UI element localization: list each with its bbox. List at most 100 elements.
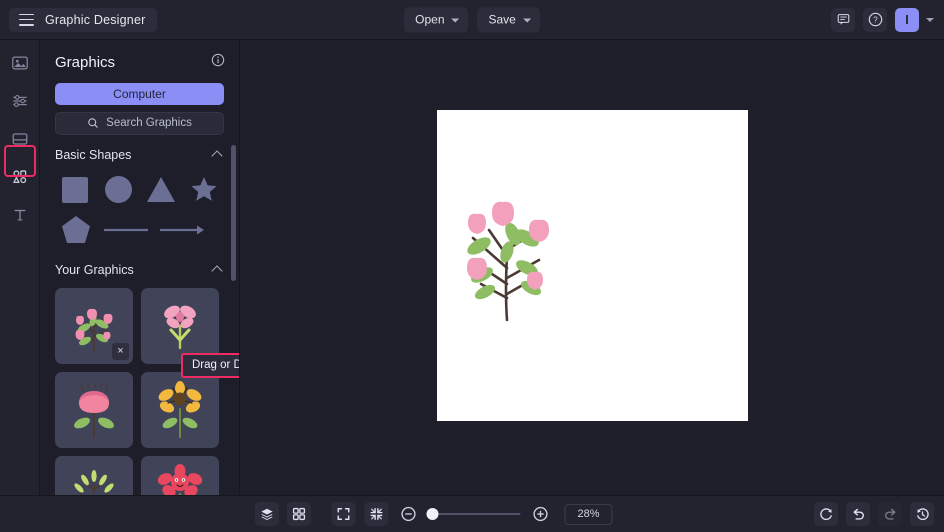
body-row: Graphics Computer Search Graphics Basic … — [0, 40, 944, 495]
zoom-slider-handle[interactable] — [426, 508, 439, 520]
avatar[interactable]: I — [895, 7, 919, 32]
help-icon: ? — [868, 12, 882, 27]
reset-button[interactable] — [814, 502, 838, 526]
open-menu-button[interactable]: Open — [404, 7, 469, 32]
hamburger-icon — [19, 13, 34, 26]
canvas-area[interactable] — [240, 40, 944, 495]
chevron-up-icon — [211, 265, 223, 277]
bottom-bar: 28% — [0, 495, 944, 532]
top-center-actions: Open Save — [404, 7, 540, 32]
shape-arrow[interactable] — [154, 210, 210, 250]
redo-button[interactable] — [878, 502, 902, 526]
graphic-thumb-red-flower[interactable] — [141, 455, 219, 495]
sliders-icon — [12, 95, 27, 107]
your-graphics-grid: × — [40, 285, 239, 495]
layers-button[interactable] — [255, 502, 279, 526]
shrink-button[interactable] — [364, 502, 389, 526]
grid-icon — [292, 507, 306, 521]
shrink-icon — [370, 508, 383, 520]
sidebar-item-adjustments[interactable] — [5, 86, 35, 116]
top-bar: Graphic Designer Open Save ? I — [0, 0, 944, 40]
zoom-out-icon — [401, 506, 416, 522]
undo-icon — [852, 508, 864, 520]
sidebar-item-text[interactable] — [5, 200, 35, 230]
comment-button[interactable] — [831, 7, 855, 32]
graphic-thumb-pink-tulip-branch[interactable]: × — [55, 287, 133, 364]
graphic-thumb-pink-rose-flower[interactable] — [55, 371, 133, 448]
sidebar-item-layouts[interactable] — [5, 124, 35, 154]
shape-line[interactable] — [98, 210, 154, 250]
save-label: Save — [488, 12, 516, 27]
drag-or-double-click-tooltip: Drag or Double Click — [181, 353, 239, 378]
zoom-controls: 28% — [331, 502, 613, 526]
panel-header: Graphics — [40, 40, 239, 81]
sidebar-item-shapes[interactable] — [5, 162, 35, 192]
zoom-out-button[interactable] — [398, 503, 420, 525]
graphic-thumb-green-fern-sprig[interactable] — [55, 455, 133, 495]
canvas-graphic-pink-tulip-branch — [467, 201, 549, 322]
info-button[interactable] — [211, 53, 225, 72]
chevron-up-icon — [211, 150, 223, 162]
sidebar-item-images[interactable] — [5, 48, 35, 78]
shape-triangle[interactable] — [140, 170, 183, 210]
help-button[interactable]: ? — [863, 7, 887, 32]
grid-button[interactable] — [287, 502, 311, 526]
history-controls — [814, 502, 934, 526]
zoom-in-button[interactable] — [530, 503, 552, 525]
fit-screen-button[interactable] — [331, 502, 356, 526]
shape-star[interactable] — [182, 170, 225, 210]
app-root: Graphic Designer Open Save ? I Graphics … — [0, 0, 944, 532]
bottom-left-tools — [255, 502, 311, 526]
app-menu-button[interactable]: Graphic Designer — [9, 7, 158, 32]
comment-icon — [837, 14, 849, 25]
remove-graphic-button[interactable]: × — [112, 342, 129, 360]
zoom-level-value[interactable]: 28% — [564, 503, 613, 525]
arrow-shape — [160, 225, 204, 235]
pink-butterfly-flower-thumbnail — [164, 305, 196, 349]
panel-scroll-region: Basic Shapes Your Graphics × — [40, 135, 239, 495]
page-title: Graphics — [55, 54, 116, 71]
graphic-thumb-yellow-daisy-flower[interactable] — [141, 371, 219, 448]
info-icon — [211, 53, 225, 67]
app-title: Graphic Designer — [45, 12, 146, 27]
yellow-daisy-flower-thumbnail — [158, 380, 202, 438]
account-chevron-down-icon[interactable] — [926, 17, 934, 22]
layers-icon — [261, 508, 273, 521]
history-button[interactable] — [910, 502, 934, 526]
green-fern-sprig-thumbnail — [72, 469, 116, 495]
search-placeholder: Search Graphics — [106, 117, 192, 130]
layout-icon — [12, 133, 27, 145]
zoom-in-icon — [533, 506, 548, 522]
line-shape — [104, 228, 148, 231]
history-icon — [916, 507, 929, 520]
open-label: Open — [415, 12, 445, 27]
zoom-slider-track — [428, 513, 521, 515]
chevron-down-icon — [522, 18, 531, 22]
section-basic-shapes[interactable]: Basic Shapes — [40, 135, 239, 170]
section-your-graphics[interactable]: Your Graphics — [40, 250, 239, 285]
section-title: Basic Shapes — [55, 147, 132, 162]
search-icon — [88, 118, 99, 129]
panel-scrollbar-thumb[interactable] — [231, 144, 236, 281]
shape-circle[interactable] — [97, 170, 140, 210]
tool-rail — [0, 40, 40, 495]
graphics-panel: Graphics Computer Search Graphics Basic … — [40, 40, 240, 495]
chevron-down-icon — [451, 18, 460, 22]
zoom-slider[interactable] — [426, 507, 521, 521]
top-right-actions: ? I — [831, 7, 944, 32]
panel-scrollbar[interactable] — [231, 144, 236, 491]
source-computer-button[interactable]: Computer — [55, 83, 224, 106]
reset-icon — [819, 507, 832, 520]
shape-pentagon[interactable] — [54, 210, 98, 250]
svg-text:?: ? — [873, 16, 878, 25]
star-shape — [191, 177, 217, 201]
image-icon — [11, 56, 28, 70]
search-input[interactable]: Search Graphics — [55, 112, 224, 135]
basic-shapes-row-2 — [40, 210, 239, 250]
text-icon — [14, 209, 25, 221]
shape-square[interactable] — [54, 170, 97, 210]
undo-button[interactable] — [846, 502, 870, 526]
section-title: Your Graphics — [55, 262, 134, 277]
artboard[interactable] — [437, 110, 748, 421]
save-menu-button[interactable]: Save — [477, 7, 540, 32]
